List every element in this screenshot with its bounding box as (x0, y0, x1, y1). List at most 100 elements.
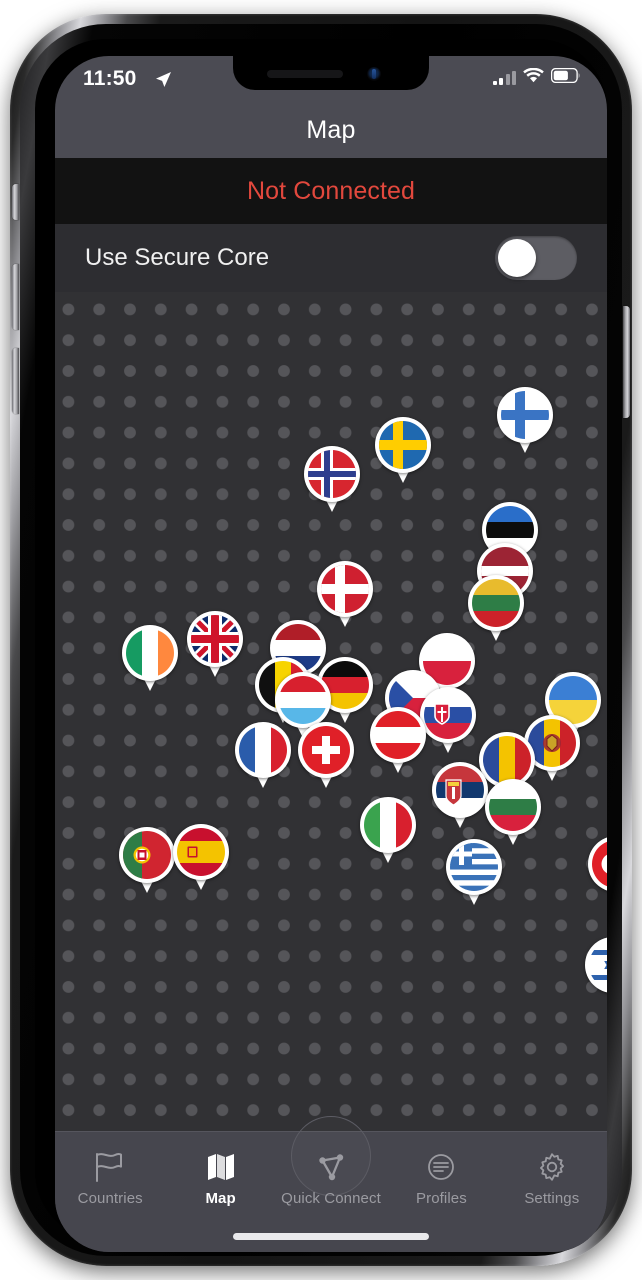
flag-pt (123, 831, 171, 879)
pin-body (588, 836, 607, 892)
tab-settings[interactable]: Settings (497, 1132, 607, 1224)
connection-status-banner: Not Connected (55, 158, 607, 224)
pin-body (420, 687, 476, 743)
wifi-icon (523, 67, 544, 88)
pin-body (119, 827, 175, 883)
pin-body (298, 722, 354, 778)
tab-label: Map (205, 1189, 236, 1207)
quick-connect-icon (313, 1150, 349, 1184)
front-camera (367, 67, 381, 81)
flag-lu (279, 676, 327, 724)
pin-body (432, 762, 488, 818)
toggle-knob (498, 239, 536, 277)
home-indicator (233, 1233, 429, 1240)
page-title: Map (306, 115, 356, 144)
pin-body (275, 672, 331, 728)
pin-body (317, 561, 373, 617)
flag-icon (93, 1150, 127, 1184)
volume-up-button[interactable] (12, 264, 19, 330)
flag-no (308, 450, 356, 498)
map-canvas[interactable] (55, 292, 607, 1252)
map-pin-pt[interactable] (119, 827, 175, 895)
flag-ch (302, 726, 350, 774)
flag-fr (239, 726, 287, 774)
map-pin-no[interactable] (304, 446, 360, 514)
map-pin-se[interactable] (375, 417, 431, 485)
earpiece-speaker (267, 70, 343, 78)
secure-core-label: Use Secure Core (85, 244, 270, 271)
flag-gr (450, 843, 498, 891)
flag-dk (321, 565, 369, 613)
pin-body (497, 387, 553, 443)
flag-tr (592, 840, 607, 888)
map-pin-il[interactable] (585, 937, 607, 1005)
battery-icon (550, 67, 581, 88)
map-pin-ch[interactable] (298, 722, 354, 790)
map-pin-sk[interactable] (420, 687, 476, 755)
location-arrow-icon (155, 71, 172, 93)
flag-it (364, 801, 412, 849)
flag-ie (126, 629, 174, 677)
display-notch (233, 56, 429, 90)
pin-body (235, 722, 291, 778)
flag-at (374, 711, 422, 759)
tab-quick-connect[interactable]: Quick Connect (276, 1132, 386, 1224)
tab-items: Countries Map Quick Connect Profiles Setting… (55, 1132, 607, 1224)
pin-body (187, 611, 243, 667)
map-pin-es[interactable] (173, 824, 229, 892)
status-indicators (492, 67, 582, 88)
pin-body (173, 824, 229, 880)
connection-status-text: Not Connected (246, 176, 416, 205)
map-pin-bg[interactable] (485, 779, 541, 847)
navigation-bar: Map (55, 102, 607, 158)
map-pin-at[interactable] (370, 707, 426, 775)
pin-body (122, 625, 178, 681)
tab-label: Settings (524, 1189, 580, 1207)
phone-screen: 11:50 Map Not Connected Use Secure Core … (55, 56, 607, 1252)
cellular-signal-icon (492, 70, 516, 85)
flag-rs (436, 766, 484, 814)
flag-ro (483, 736, 531, 784)
flag-se (379, 421, 427, 469)
flag-bg (489, 783, 537, 831)
map-pin-fr[interactable] (235, 722, 291, 790)
tab-label: Quick Connect (281, 1189, 381, 1207)
pin-body (375, 417, 431, 473)
tab-label: Profiles (416, 1189, 467, 1207)
tab-map[interactable]: Map (165, 1132, 275, 1224)
pin-body (585, 937, 607, 993)
pin-body (370, 707, 426, 763)
flag-md (528, 719, 576, 767)
flag-fi (501, 391, 549, 439)
flag-sk (424, 691, 472, 739)
tab-countries[interactable]: Countries (55, 1132, 165, 1224)
secure-core-row[interactable]: Use Secure Core (55, 224, 607, 292)
flag-il (589, 941, 607, 989)
status-time: 11:50 (83, 67, 137, 90)
mute-switch[interactable] (12, 184, 19, 220)
map-pin-gb[interactable] (187, 611, 243, 679)
map-pin-rs[interactable] (432, 762, 488, 830)
power-button[interactable] (623, 306, 630, 418)
map-pin-it[interactable] (360, 797, 416, 865)
tab-bar: Countries Map Quick Connect Profiles Setting… (55, 1116, 607, 1252)
map-pin-ie[interactable] (122, 625, 178, 693)
pin-body (485, 779, 541, 835)
map-pin-gr[interactable] (446, 839, 502, 907)
tab-profiles[interactable]: Profiles (386, 1132, 496, 1224)
tab-label: Countries (77, 1189, 143, 1207)
gear-icon (535, 1150, 569, 1184)
map-pin-dk[interactable] (317, 561, 373, 629)
map-pin-tr[interactable] (588, 836, 607, 904)
volume-down-button[interactable] (12, 348, 19, 414)
flag-lt (472, 579, 520, 627)
flag-es (177, 828, 225, 876)
pin-body (360, 797, 416, 853)
secure-core-toggle[interactable] (495, 236, 577, 280)
pin-body (468, 575, 524, 631)
map-pin-fi[interactable] (497, 387, 553, 455)
map-pin-lt[interactable] (468, 575, 524, 643)
pin-body (446, 839, 502, 895)
map-icon (204, 1150, 238, 1184)
flag-gb (191, 615, 239, 663)
